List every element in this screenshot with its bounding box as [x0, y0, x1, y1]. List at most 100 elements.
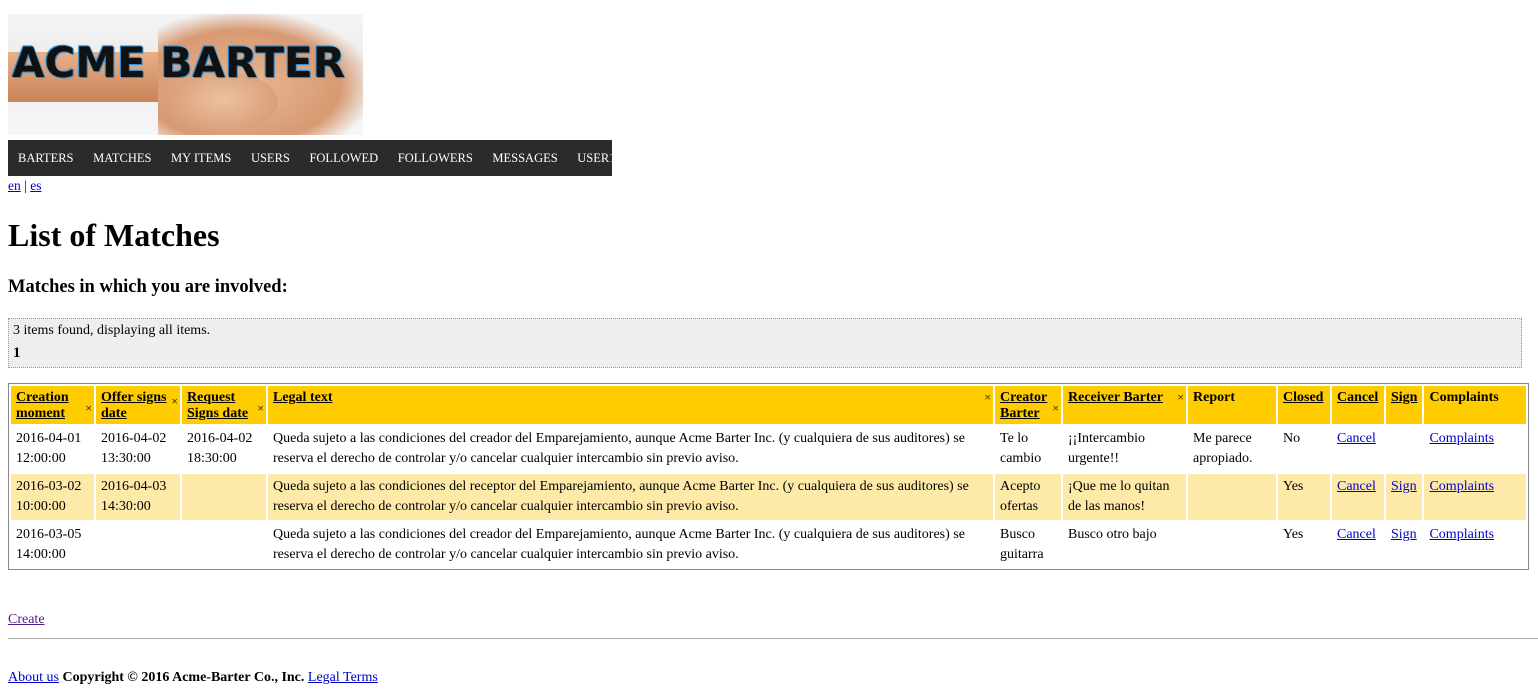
cell-offer-signs-date: 2016-04-02 13:30:00	[96, 426, 180, 472]
cell-creator-barter: Busco guitarra	[995, 522, 1061, 568]
cell-report: Me parece apropiado.	[1188, 426, 1276, 472]
cell-creation-moment: 2016-04-01 12:00:00	[11, 426, 94, 472]
legal-terms-link[interactable]: Legal Terms	[308, 670, 378, 685]
cell-closed: Yes	[1278, 522, 1330, 568]
cell-request-signs-date	[182, 474, 266, 520]
page-subtitle: Matches in which you are involved:	[8, 277, 288, 297]
footer: About us Copyright © 2016 Acme-Barter Co…	[8, 670, 378, 686]
table-row: 2016-04-01 12:00:00 2016-04-02 13:30:00 …	[11, 426, 1526, 472]
cell-cancel: Cancel	[1332, 426, 1384, 472]
col-offer-signs-date: Offer signs date ×	[96, 386, 180, 424]
copyright-text: Copyright © 2016 Acme-Barter Co., Inc.	[62, 670, 305, 685]
cell-report	[1188, 474, 1276, 520]
col-cancel: Cancel	[1332, 386, 1384, 424]
cell-sign: Sign	[1386, 522, 1423, 568]
page-title: List of Matches	[8, 217, 220, 253]
cell-creator-barter: Acepto ofertas	[995, 474, 1061, 520]
nav-users[interactable]: USERS	[241, 151, 300, 166]
cell-creator-barter: Te lo cambio	[995, 426, 1061, 472]
cancel-link[interactable]: Cancel	[1337, 479, 1376, 494]
sign-link[interactable]: Sign	[1391, 527, 1417, 542]
remove-sort-icon[interactable]: ×	[257, 401, 264, 416]
col-closed: Closed	[1278, 386, 1330, 424]
table-header-row: Creation moment × Offer signs date × Req…	[11, 386, 1526, 424]
nav-my-items[interactable]: MY ITEMS	[161, 151, 241, 166]
language-switcher: en | es	[8, 178, 41, 194]
remove-sort-icon[interactable]: ×	[1052, 401, 1059, 416]
cell-offer-signs-date: 2016-04-03 14:30:00	[96, 474, 180, 520]
col-request-signs-date: Request Signs date ×	[182, 386, 266, 424]
nav-followed[interactable]: FOLLOWED	[300, 151, 388, 166]
nav-matches[interactable]: MATCHES	[83, 151, 161, 166]
lang-separator: |	[24, 178, 27, 193]
about-us-link[interactable]: About us	[8, 670, 59, 685]
table-row: 2016-03-05 14:00:00 Queda sujeto a las c…	[11, 522, 1526, 568]
cell-request-signs-date	[182, 522, 266, 568]
sort-creation-moment[interactable]: Creation moment	[16, 390, 69, 421]
complaints-link[interactable]: Complaints	[1429, 479, 1494, 494]
nav-barters[interactable]: BARTERS	[8, 151, 83, 166]
complaints-link[interactable]: Complaints	[1429, 527, 1494, 542]
sort-request-signs-date[interactable]: Request Signs date	[187, 390, 248, 421]
logo-text: ACME BARTER	[12, 38, 346, 87]
main-nav: BARTERS MATCHES MY ITEMS USERS FOLLOWED …	[8, 140, 615, 176]
footer-divider	[8, 638, 1538, 639]
table-row: 2016-03-02 10:00:00 2016-04-03 14:30:00 …	[11, 474, 1526, 520]
cell-cancel: Cancel	[1332, 474, 1384, 520]
col-creator-barter: Creator Barter ×	[995, 386, 1061, 424]
cancel-link[interactable]: Cancel	[1337, 431, 1376, 446]
matches-table-wrapper: Creation moment × Offer signs date × Req…	[8, 383, 1529, 570]
sort-closed[interactable]: Closed	[1283, 390, 1323, 405]
col-legal-text: Legal text ×	[268, 386, 993, 424]
page-number: 1	[13, 345, 21, 361]
remove-sort-icon[interactable]: ×	[171, 394, 178, 409]
lang-en-link[interactable]: en	[8, 178, 21, 193]
complaints-header-label: Complaints	[1429, 390, 1499, 405]
pagination-banner: 3 items found, displaying all items. 1	[8, 318, 1522, 368]
sort-cancel[interactable]: Cancel	[1337, 390, 1378, 405]
cell-legal-text: Queda sujeto a las condiciones del recep…	[268, 474, 993, 520]
col-report: Report	[1188, 386, 1276, 424]
cell-report	[1188, 522, 1276, 568]
matches-table: Creation moment × Offer signs date × Req…	[9, 384, 1528, 570]
col-receiver-barter: Receiver Barter ×	[1063, 386, 1186, 424]
cell-complaints: Complaints	[1424, 474, 1526, 520]
cell-sign	[1386, 426, 1423, 472]
cell-legal-text: Queda sujeto a las condiciones del cread…	[268, 426, 993, 472]
cell-receiver-barter: ¡¡Intercambio urgente!!	[1063, 426, 1186, 472]
cell-offer-signs-date	[96, 522, 180, 568]
cell-closed: No	[1278, 426, 1330, 472]
remove-sort-icon[interactable]: ×	[984, 390, 991, 405]
col-creation-moment: Creation moment ×	[11, 386, 94, 424]
cell-request-signs-date: 2016-04-02 18:30:00	[182, 426, 266, 472]
col-complaints: Complaints	[1424, 386, 1526, 424]
cell-receiver-barter: Busco otro bajo	[1063, 522, 1186, 568]
remove-sort-icon[interactable]: ×	[85, 401, 92, 416]
report-header-label: Report	[1193, 390, 1235, 405]
remove-sort-icon[interactable]: ×	[1177, 390, 1184, 405]
sort-legal-text[interactable]: Legal text	[273, 390, 332, 405]
site-logo-banner: ACME BARTER	[8, 14, 363, 135]
nav-followers[interactable]: FOLLOWERS	[388, 151, 483, 166]
cell-legal-text: Queda sujeto a las condiciones del cread…	[268, 522, 993, 568]
col-sign: Sign	[1386, 386, 1423, 424]
sort-receiver-barter[interactable]: Receiver Barter	[1068, 390, 1163, 405]
nav-user-menu[interactable]: USER1	[567, 151, 625, 166]
complaints-link[interactable]: Complaints	[1429, 431, 1494, 446]
sort-sign[interactable]: Sign	[1391, 390, 1417, 405]
items-found-text: 3 items found, displaying all items.	[13, 323, 211, 338]
sort-offer-signs-date[interactable]: Offer signs date	[101, 390, 166, 421]
create-link[interactable]: Create	[8, 612, 45, 628]
cell-closed: Yes	[1278, 474, 1330, 520]
sign-link[interactable]: Sign	[1391, 479, 1417, 494]
cell-sign: Sign	[1386, 474, 1423, 520]
lang-es-link[interactable]: es	[30, 178, 41, 193]
cell-complaints: Complaints	[1424, 522, 1526, 568]
cell-complaints: Complaints	[1424, 426, 1526, 472]
cell-creation-moment: 2016-03-02 10:00:00	[11, 474, 94, 520]
sort-creator-barter[interactable]: Creator Barter	[1000, 390, 1047, 421]
cell-receiver-barter: ¡Que me lo quitan de las manos!	[1063, 474, 1186, 520]
nav-messages[interactable]: MESSAGES	[483, 151, 568, 166]
cancel-link[interactable]: Cancel	[1337, 527, 1376, 542]
cell-creation-moment: 2016-03-05 14:00:00	[11, 522, 94, 568]
